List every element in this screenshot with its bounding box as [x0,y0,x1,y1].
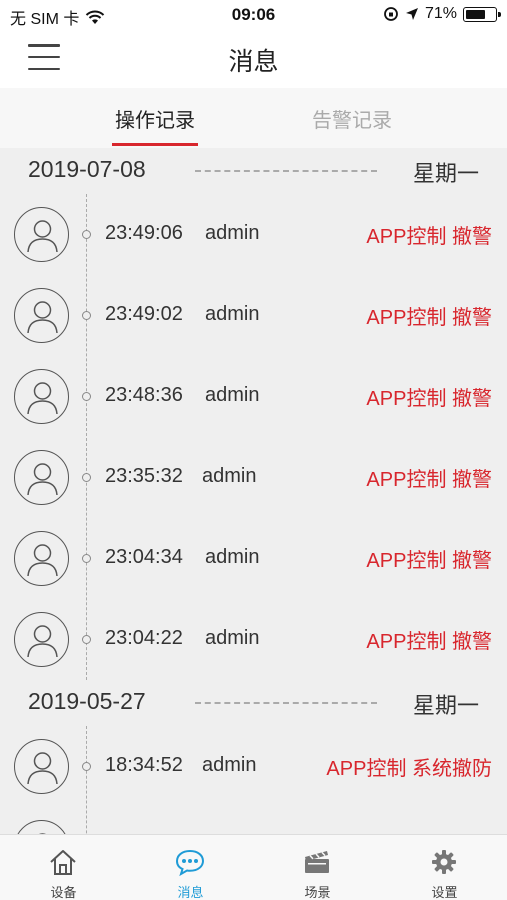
record-action: APP控制 撤警 [366,307,492,329]
user-icon [27,625,58,658]
record-user: admin [205,303,260,325]
record-user: admin [205,384,260,406]
avatar [14,531,69,586]
record-group: 23:49:06 admin APP控制 撤警 23:49:02 admin A… [0,194,507,680]
record-action: APP控制 撤警 [366,550,492,572]
avatar [14,288,69,343]
timeline-dot [82,311,91,320]
active-tab-indicator [112,143,198,146]
date-label: 2019-07-08 [28,156,146,182]
list-item[interactable]: 23:48:36 admin APP控制 撤警 [0,356,507,437]
tab-label: 消息 [177,885,204,900]
timeline-dot [82,635,91,644]
tab-operation-records[interactable]: 操作记录 [115,104,195,133]
record-action: APP控制 撤警 [366,388,492,410]
timeline-dot [82,392,91,401]
record-action: APP控制 系统撤防 [326,758,492,780]
timeline-dot [82,554,91,563]
location-arrow-icon [405,8,418,20]
record-group: 18:34:52 admin APP控制 系统撤防 [0,726,507,834]
weekday-label: 星期一 [412,161,479,186]
clapperboard-icon [305,851,329,873]
record-time: 23:35:32 [105,465,183,487]
tab-settings[interactable]: 设置 [381,835,507,900]
tab-devices[interactable]: 设备 [0,835,127,900]
user-icon [27,382,58,415]
user-icon [27,752,58,785]
tab-messages[interactable]: 消息 [127,835,254,900]
timeline-dot [82,473,91,482]
house-icon [50,850,76,875]
record-time: 23:49:02 [105,303,183,325]
avatar [14,739,69,794]
weekday-label: 星期一 [412,693,479,718]
user-icon [27,301,58,334]
avatar [14,612,69,667]
user-icon [27,544,58,577]
record-action: APP控制 撤警 [366,226,492,248]
tab-alarm-records[interactable]: 告警记录 [312,104,392,133]
status-bar: 无 SIM 卡 09:06 71% [0,0,507,30]
nav-bar: 消息 [0,30,507,88]
record-tabs: 操作记录 告警记录 [0,88,507,148]
tab-label: 场景 [304,885,331,900]
list-item[interactable]: 23:49:02 admin APP控制 撤警 [0,275,507,356]
date-label: 2019-05-27 [28,688,146,714]
record-list[interactable]: 2019-07-08 星期一 23:49:06 admin APP控制 撤警 2… [0,148,507,834]
orientation-lock-icon [384,7,398,21]
record-time: 23:48:36 [105,384,183,406]
record-action: APP控制 撤警 [366,631,492,653]
list-item[interactable] [0,807,507,834]
user-icon [38,833,47,834]
tab-label: 设备 [50,885,77,900]
user-icon [27,220,58,253]
tab-label: 设置 [431,885,458,900]
battery-icon [463,6,501,22]
user-icon [27,463,58,496]
record-time: 18:34:52 [105,754,183,776]
list-item[interactable]: 23:35:32 admin APP控制 撤警 [0,437,507,518]
timeline-dot [82,762,91,771]
record-time: 23:49:06 [105,222,183,244]
list-item[interactable]: 23:49:06 admin APP控制 撤警 [0,194,507,275]
avatar [14,369,69,424]
record-user: admin [205,222,260,244]
date-divider [195,702,377,704]
chat-bubble-icon [175,849,205,877]
status-right: 71% [383,5,501,23]
record-action: APP控制 撤警 [366,469,492,491]
record-user: admin [202,465,257,487]
avatar [14,207,69,262]
record-time: 23:04:22 [105,627,183,649]
list-item[interactable]: 23:04:22 admin APP控制 撤警 [0,599,507,680]
date-divider [195,170,377,172]
page-title: 消息 [228,48,279,76]
record-time: 23:04:34 [105,546,183,568]
gear-icon [432,850,456,874]
record-user: admin [205,546,260,568]
timeline-dot [82,230,91,239]
date-header: 2019-07-08 星期一 [0,148,507,194]
battery-percent: 71% [424,5,457,22]
tab-scenes[interactable]: 场景 [254,835,381,900]
avatar [14,820,69,834]
record-user: admin [202,754,257,776]
bottom-tab-bar: 设备 消息 场景 设置 [0,834,507,900]
avatar [14,450,69,505]
list-item[interactable]: 23:04:34 admin APP控制 撤警 [0,518,507,599]
record-user: admin [205,627,260,649]
list-item[interactable]: 18:34:52 admin APP控制 系统撤防 [0,726,507,807]
date-header: 2019-05-27 星期一 [0,680,507,726]
